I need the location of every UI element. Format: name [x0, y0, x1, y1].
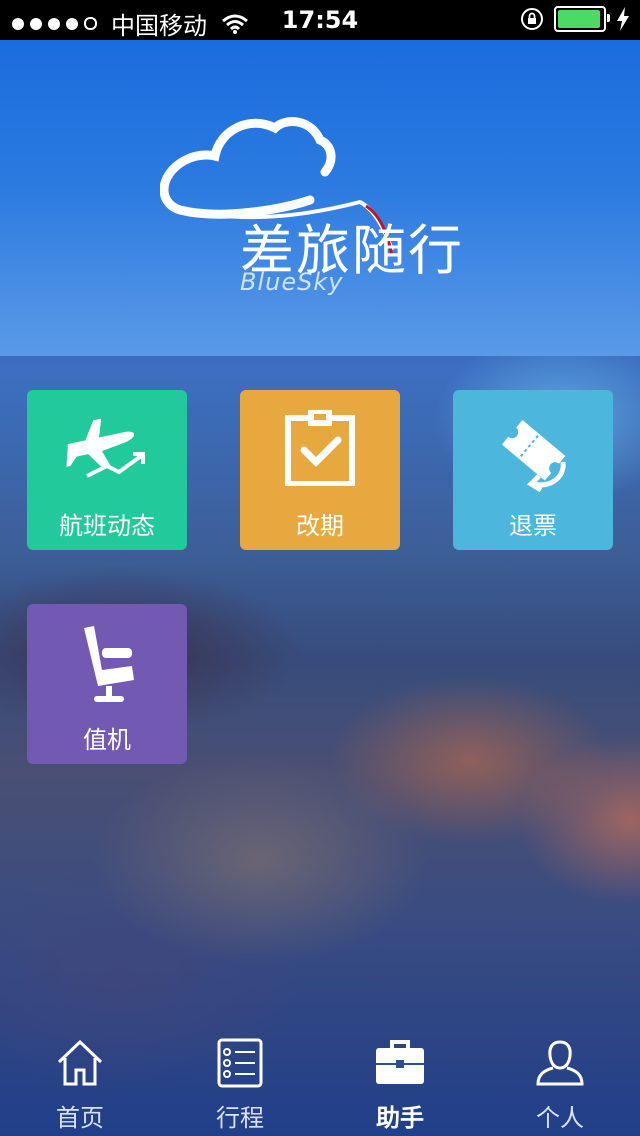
- ticket-return-icon: [501, 419, 566, 493]
- itinerary-list-icon: [217, 1038, 263, 1088]
- tab-label: 行程: [216, 1104, 264, 1132]
- tab-profile[interactable]: 个人: [480, 1030, 640, 1136]
- tab-bar: 首页 行程 助手 个人: [0, 1030, 640, 1136]
- app-subtitle: BlueSky: [240, 268, 344, 296]
- flight-status-tile[interactable]: 航班动态: [27, 390, 187, 550]
- charging-bolt-icon: [617, 7, 629, 31]
- reschedule-tile[interactable]: 改期: [240, 390, 400, 550]
- tile-label: 航班动态: [59, 512, 155, 540]
- tile-label: 改期: [296, 512, 344, 540]
- checkin-tile[interactable]: 值机: [27, 604, 187, 764]
- tab-label: 首页: [56, 1104, 104, 1132]
- tab-label: 助手: [376, 1104, 424, 1132]
- clipboard-check-icon: [285, 410, 355, 486]
- home-icon: [57, 1039, 103, 1086]
- app-logo: 差旅随行 BlueSky: [160, 110, 490, 310]
- tab-home[interactable]: 首页: [0, 1030, 160, 1136]
- briefcase-icon: [376, 1040, 424, 1084]
- tab-label: 个人: [536, 1104, 584, 1132]
- refund-tile[interactable]: 退票: [453, 390, 613, 550]
- tile-label: 值机: [83, 726, 131, 754]
- tab-assistant[interactable]: 助手: [320, 1030, 480, 1136]
- status-bar: 中国移动 17:54: [0, 0, 640, 40]
- user-icon: [536, 1040, 584, 1086]
- battery-indicator: [554, 6, 610, 32]
- tab-itinerary[interactable]: 行程: [160, 1030, 320, 1136]
- battery-fill: [558, 10, 600, 28]
- tile-label: 退票: [509, 512, 557, 540]
- plane-icon: [66, 418, 145, 478]
- seat-icon: [84, 626, 134, 702]
- rotation-lock-icon: [521, 8, 543, 30]
